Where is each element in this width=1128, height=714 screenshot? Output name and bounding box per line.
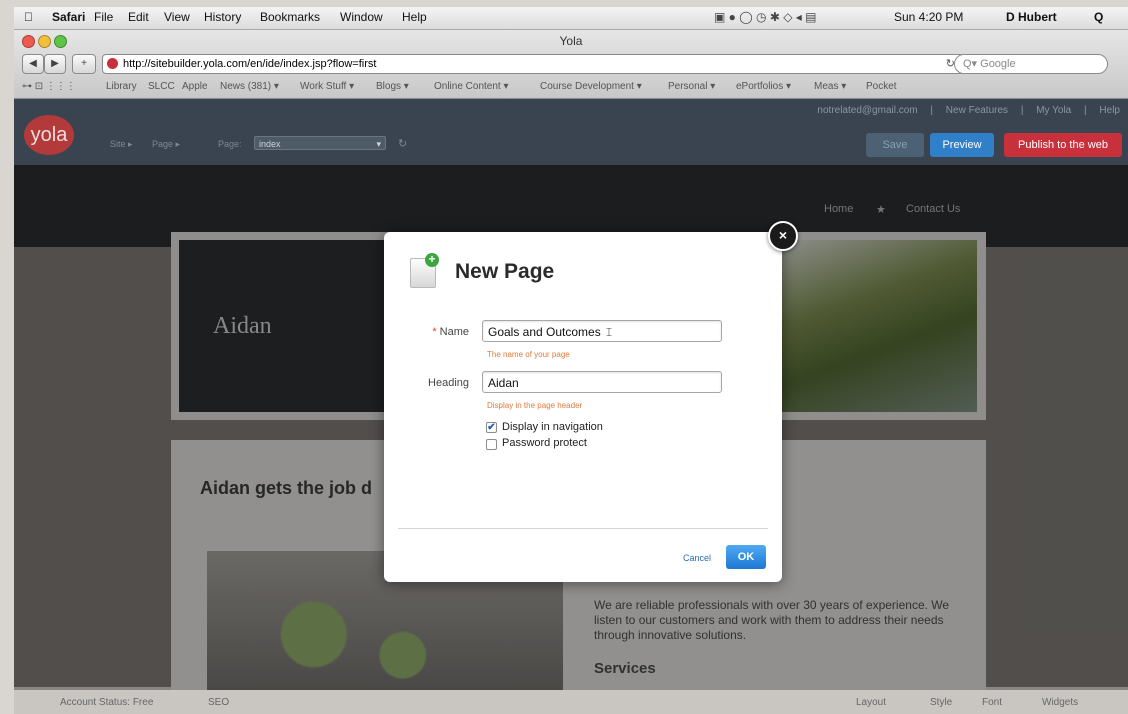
page-breadcrumb[interactable]: Page ▸ (152, 139, 180, 150)
heading-field-value: Aidan (488, 376, 519, 390)
yola-toolbar: yola notrelated@gmail.com | New Features… (14, 99, 1128, 165)
url-text: http://sitebuilder.yola.com/en/ide/index… (123, 58, 377, 70)
menubar-user[interactable]: D Hubert (1006, 10, 1057, 24)
display-nav-label[interactable]: Display in navigation (502, 421, 603, 433)
password-protect-checkbox[interactable] (486, 439, 497, 450)
menu-file[interactable]: File (94, 10, 113, 24)
new-page-icon: + (410, 253, 439, 288)
publish-button[interactable]: Publish to the web (1004, 133, 1122, 157)
bookmark-item[interactable]: Blogs ▾ (376, 81, 409, 92)
style-tab[interactable]: Style (930, 697, 952, 708)
close-icon[interactable]: × (768, 221, 798, 251)
account-email[interactable]: notrelated@gmail.com (817, 105, 917, 116)
widgets-tab[interactable]: Widgets (1042, 697, 1078, 708)
menu-help[interactable]: Help (402, 10, 427, 24)
menu-bookmarks[interactable]: Bookmarks (260, 10, 320, 24)
font-tab[interactable]: Font (982, 697, 1002, 708)
save-button[interactable]: Save (866, 133, 924, 157)
window-title: Yola (559, 34, 583, 48)
dialog-divider (398, 528, 768, 529)
bookmark-item[interactable]: Work Stuff ▾ (300, 81, 354, 92)
bookmark-item[interactable]: Apple (182, 81, 208, 92)
heading-label: Heading (428, 377, 469, 389)
bookmark-item[interactable]: Course Development ▾ (540, 81, 642, 92)
bookmark-item[interactable]: Meas ▾ (814, 81, 846, 92)
bookmarks-bar: ⊶ ⊡ ⋮⋮⋮ Library SLCC Apple News (381) ▾ … (14, 77, 1128, 97)
site-breadcrumb[interactable]: Site ▸ (110, 139, 133, 150)
layout-tab[interactable]: Layout (856, 697, 886, 708)
search-placeholder: Q▾ Google (963, 58, 1016, 70)
seo-button[interactable]: SEO (208, 697, 229, 708)
menu-view[interactable]: View (164, 10, 190, 24)
dialog-title: New Page (455, 260, 555, 283)
help-link[interactable]: Help (1099, 105, 1120, 116)
menu-edit[interactable]: Edit (128, 10, 149, 24)
new-features-link[interactable]: New Features (946, 105, 1008, 116)
browser-chrome: Yola ◀ ▶ + http://sitebuilder.yola.com/e… (14, 30, 1128, 99)
bookmark-item[interactable]: Library (106, 81, 137, 92)
account-links: notrelated@gmail.com | New Features | My… (817, 105, 1120, 116)
plus-icon: + (425, 253, 439, 267)
add-bookmark-button[interactable]: + (72, 54, 96, 74)
chevron-down-icon: ▾ (376, 139, 381, 149)
bookmark-item[interactable]: Online Content ▾ (434, 81, 509, 92)
password-protect-label[interactable]: Password protect (502, 437, 587, 449)
page-select-value: index (259, 139, 281, 149)
menu-history[interactable]: History (204, 10, 241, 24)
site-favicon-icon (107, 58, 118, 69)
refresh-icon[interactable]: ↻ (398, 137, 407, 150)
url-field[interactable]: http://sitebuilder.yola.com/en/ide/index… (102, 54, 964, 74)
bookmark-item[interactable]: Pocket (866, 81, 897, 92)
bookmark-item[interactable]: Personal ▾ (668, 81, 715, 92)
required-mark: * (432, 326, 437, 338)
menu-window[interactable]: Window (340, 10, 383, 24)
forward-button[interactable]: ▶ (44, 54, 66, 74)
search-field[interactable]: Q▾ Google (954, 54, 1108, 74)
bookmark-item[interactable]: News (381) ▾ (220, 81, 279, 92)
name-field[interactable]: Goals and Outcomes 𝙸 (482, 320, 722, 342)
new-page-dialog (384, 232, 782, 582)
mac-menubar:  Safari File Edit View History Bookmark… (14, 7, 1128, 30)
heading-field[interactable]: Aidan (482, 371, 722, 393)
account-status[interactable]: Account Status: Free (60, 697, 153, 708)
text-cursor-icon: 𝙸 (604, 325, 614, 339)
cancel-button[interactable]: Cancel (683, 553, 711, 563)
status-icons: ▣ ● ◯ ◷ ✱ ◇ ◂ ▤ (714, 10, 817, 24)
apple-menu-icon[interactable]:  (24, 10, 33, 24)
ok-button[interactable]: OK (726, 545, 766, 569)
bookmark-item[interactable]: ePortfolios ▾ (736, 81, 791, 92)
spotlight-icon[interactable]: Q (1094, 10, 1103, 24)
reading-list-icon[interactable]: ⊶ ⊡ ⋮⋮⋮ (22, 81, 76, 92)
editor-bottom-bar: Account Status: Free SEO Layout Style Fo… (14, 690, 1128, 714)
back-button[interactable]: ◀ (22, 54, 44, 74)
page-select[interactable]: index ▾ (254, 136, 386, 150)
heading-hint: Display in the page header (487, 401, 583, 410)
my-yola-link[interactable]: My Yola (1036, 105, 1071, 116)
display-nav-checkbox[interactable]: ✔ (486, 422, 497, 433)
yola-logo[interactable]: yola (24, 115, 74, 155)
page-select-label: Page: (218, 139, 242, 149)
name-field-value: Goals and Outcomes (488, 325, 601, 339)
name-hint: The name of your page (487, 350, 570, 359)
menu-safari[interactable]: Safari (52, 10, 85, 24)
menubar-clock[interactable]: Sun 4:20 PM (894, 10, 963, 24)
name-label: * Name (432, 326, 469, 338)
bookmark-item[interactable]: SLCC (148, 81, 175, 92)
preview-button[interactable]: Preview (930, 133, 994, 157)
